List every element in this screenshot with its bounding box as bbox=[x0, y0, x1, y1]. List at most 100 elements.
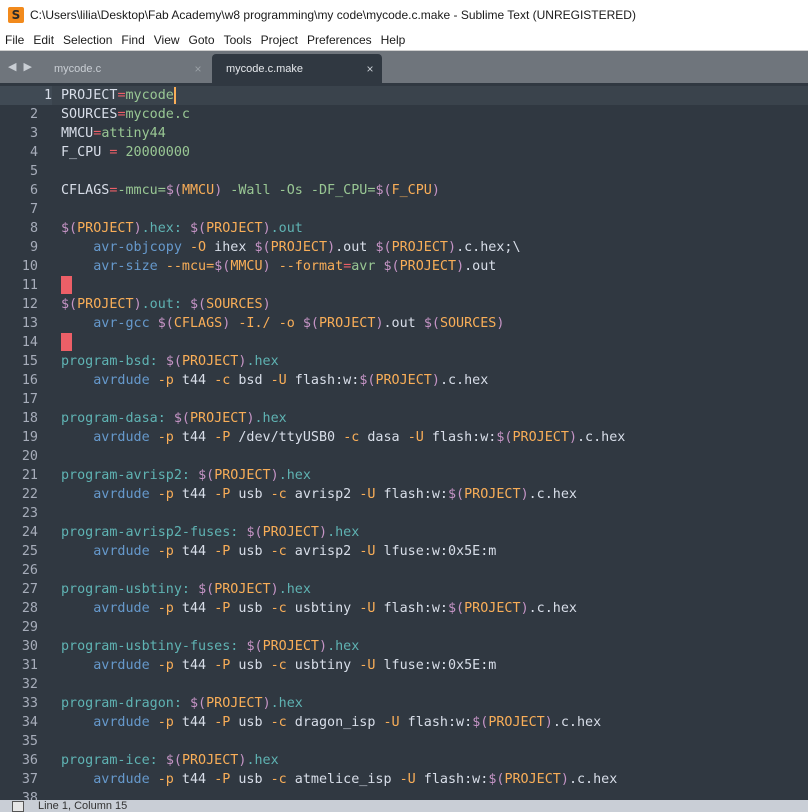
code-token: -p bbox=[157, 544, 174, 559]
code-line[interactable]: 36 program-ice: $(PROJECT).hex bbox=[0, 751, 808, 770]
code-line[interactable]: 1 PROJECT=mycode bbox=[0, 86, 808, 105]
code-line[interactable]: 31 avrdude -p t44 -P usb -c usbtiny -U l… bbox=[0, 656, 808, 675]
code-line[interactable]: 27 program-usbtiny: $(PROJECT).hex bbox=[0, 580, 808, 599]
code-token: -c bbox=[270, 487, 287, 502]
code-token: ) bbox=[456, 259, 465, 274]
code-token: avrdude bbox=[93, 715, 150, 730]
menu-find[interactable]: Find bbox=[116, 33, 148, 47]
line-code: avrdude -p t44 -P usb -c avrisp2 -U flas… bbox=[61, 485, 577, 504]
code-line[interactable]: 34 avrdude -p t44 -P usb -c dragon_isp -… bbox=[0, 713, 808, 732]
code-token: ) bbox=[262, 259, 271, 274]
code-line[interactable]: 17 bbox=[0, 390, 808, 409]
code-token: -P bbox=[214, 715, 231, 730]
code-line[interactable]: 20 bbox=[0, 447, 808, 466]
line-code: avrdude -p t44 -P usb -c dragon_isp -U f… bbox=[61, 713, 601, 732]
menu-help[interactable]: Help bbox=[376, 33, 410, 47]
menu-view[interactable]: View bbox=[149, 33, 184, 47]
code-token: -U bbox=[359, 658, 376, 673]
panel-toggle-icon[interactable] bbox=[12, 800, 24, 812]
code-line[interactable]: 33 program-dragon: $(PROJECT).hex bbox=[0, 694, 808, 713]
line-number: 18 bbox=[21, 411, 38, 426]
code-line[interactable]: 28 avrdude -p t44 -P usb -c usbtiny -U f… bbox=[0, 599, 808, 618]
code-token: -c bbox=[270, 772, 287, 787]
code-line[interactable]: 2 SOURCES=mycode.c bbox=[0, 105, 808, 124]
tab-mycode-c[interactable]: mycode.c × bbox=[40, 54, 210, 83]
code-token: --format bbox=[278, 259, 344, 274]
code-token: -P bbox=[214, 772, 231, 787]
code-line[interactable]: 12 $(PROJECT).out: $(SOURCES) bbox=[0, 295, 808, 314]
code-token: -c bbox=[214, 373, 231, 388]
code-line[interactable]: 4 F_CPU = 20000000 bbox=[0, 143, 808, 162]
code-token: usb bbox=[230, 601, 271, 616]
code-token: ) bbox=[262, 297, 271, 312]
code-line[interactable]: 11 bbox=[0, 276, 808, 295]
code-token: SOURCES bbox=[439, 316, 497, 331]
menu-preferences[interactable]: Preferences bbox=[302, 33, 376, 47]
code-line[interactable]: 19 avrdude -p t44 -P /dev/ttyUSB0 -c das… bbox=[0, 428, 808, 447]
code-line[interactable]: 32 bbox=[0, 675, 808, 694]
code-token: -p bbox=[157, 658, 174, 673]
menu-tools[interactable]: Tools bbox=[219, 33, 256, 47]
code-line[interactable]: 8 $(PROJECT).hex: $(PROJECT).out bbox=[0, 219, 808, 238]
code-line[interactable]: 29 bbox=[0, 618, 808, 637]
line-number: 8 bbox=[29, 221, 38, 236]
code-token: ) bbox=[560, 772, 569, 787]
code-token: .c.hex bbox=[528, 601, 577, 616]
code-line[interactable]: 9 avr-objcopy -O ihex $(PROJECT).out $(P… bbox=[0, 238, 808, 257]
code-line[interactable]: 13 avr-gcc $(CFLAGS) -I./ -o $(PROJECT).… bbox=[0, 314, 808, 333]
code-line[interactable]: 24 program-avrisp2-fuses: $(PROJECT).hex bbox=[0, 523, 808, 542]
code-line[interactable]: 26 bbox=[0, 561, 808, 580]
menu-file[interactable]: File bbox=[0, 33, 28, 47]
code-token: program-avrisp2: bbox=[61, 468, 199, 483]
code-line[interactable]: 22 avrdude -p t44 -P usb -c avrisp2 -U f… bbox=[0, 485, 808, 504]
code-line[interactable]: 23 bbox=[0, 504, 808, 523]
code-line[interactable]: 6 CFLAGS=-mmcu=$(MMCU) -Wall -Os -DF_CPU=… bbox=[0, 181, 808, 200]
code-token: avr-objcopy bbox=[93, 240, 182, 255]
code-token: ) bbox=[568, 430, 577, 445]
tab-nav-arrows-icon[interactable]: ◀ ▶ bbox=[8, 60, 34, 73]
close-tab-icon[interactable]: × bbox=[358, 62, 382, 76]
line-number: 9 bbox=[29, 240, 38, 255]
tab-mycode-c-make[interactable]: mycode.c.make × bbox=[212, 54, 382, 83]
code-token: PROJECT bbox=[214, 582, 271, 597]
code-line[interactable]: 30 program-usbtiny-fuses: $(PROJECT).hex bbox=[0, 637, 808, 656]
menu-project[interactable]: Project bbox=[256, 33, 302, 47]
close-tab-icon[interactable]: × bbox=[186, 62, 210, 76]
code-line[interactable]: 25 avrdude -p t44 -P usb -c avrisp2 -U l… bbox=[0, 542, 808, 561]
code-token: -p bbox=[157, 715, 174, 730]
code-token: $( bbox=[246, 639, 263, 654]
line-number: 7 bbox=[29, 202, 38, 217]
code-line[interactable]: 7 bbox=[0, 200, 808, 219]
code-line[interactable]: 21 program-avrisp2: $(PROJECT).hex bbox=[0, 466, 808, 485]
code-token: -P bbox=[214, 544, 231, 559]
code-token: .c.hex bbox=[552, 715, 602, 730]
code-token: dasa bbox=[359, 430, 408, 445]
code-token: -U bbox=[407, 430, 424, 445]
code-token: $( bbox=[165, 753, 182, 768]
code-line[interactable]: 16 avrdude -p t44 -c bsd -U flash:w:$(PR… bbox=[0, 371, 808, 390]
code-line[interactable]: 10 avr-size --mcu=$(MMCU) --format=avr $… bbox=[0, 257, 808, 276]
code-line[interactable]: 5 bbox=[0, 162, 808, 181]
menu-goto[interactable]: Goto bbox=[184, 33, 219, 47]
code-editor[interactable]: 1 PROJECT=mycode 2 SOURCES=mycode.c 3 MMCU=at… bbox=[0, 83, 808, 800]
line-code: program-usbtiny: $(PROJECT).hex bbox=[61, 580, 311, 599]
code-token: PROJECT bbox=[512, 430, 569, 445]
code-line[interactable]: 3 MMCU=attiny44 bbox=[0, 124, 808, 143]
line-number: 32 bbox=[21, 677, 38, 692]
code-line[interactable]: 18 program-dasa: $(PROJECT).hex bbox=[0, 409, 808, 428]
status-bar: Line 1, Column 15 bbox=[0, 800, 808, 812]
code-line[interactable]: 38 bbox=[0, 789, 808, 800]
menu-edit[interactable]: Edit bbox=[28, 33, 58, 47]
code-line[interactable]: 15 program-bsd: $(PROJECT).hex bbox=[0, 352, 808, 371]
menu-selection[interactable]: Selection bbox=[58, 33, 116, 47]
code-line[interactable]: 35 bbox=[0, 732, 808, 751]
code-token: .c.hex bbox=[439, 373, 489, 388]
whitespace-error-marker bbox=[61, 276, 72, 294]
code-line[interactable]: 14 bbox=[0, 333, 808, 352]
code-token: usb bbox=[230, 544, 271, 559]
code-line[interactable]: 37 avrdude -p t44 -P usb -c atmelice_isp… bbox=[0, 770, 808, 789]
line-code: program-bsd: $(PROJECT).hex bbox=[61, 352, 279, 371]
